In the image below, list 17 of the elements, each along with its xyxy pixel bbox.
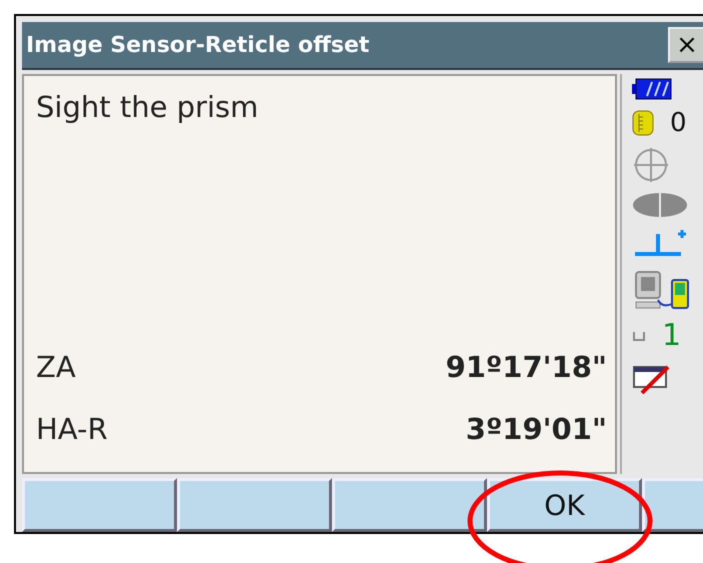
instruction-text: Sight the prism (36, 90, 260, 124)
reading-value: 3º19'01" (466, 412, 607, 446)
reading-value: 91º17'18" (446, 350, 607, 384)
battery-icon (632, 78, 672, 100)
status-count: 1 (662, 318, 682, 353)
crosshair-icon (632, 146, 670, 184)
ok-button[interactable]: OK (487, 478, 642, 532)
tilt-icon (632, 192, 688, 218)
softkey[interactable] (177, 478, 332, 532)
reading-label: ZA (36, 350, 76, 384)
prism-icon (632, 110, 654, 136)
softkey[interactable] (332, 478, 487, 532)
status-count: 0 (670, 108, 687, 138)
softkey[interactable] (22, 478, 177, 532)
reading-label: HA-R (36, 412, 108, 446)
close-button[interactable]: × (668, 27, 703, 63)
window-title: Image Sensor-Reticle offset (26, 32, 370, 58)
